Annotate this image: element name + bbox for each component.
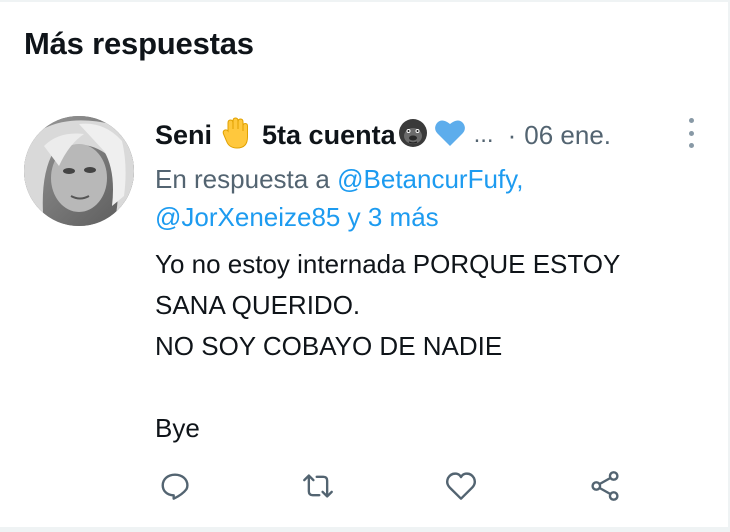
reply-prefix: En respuesta a — [155, 164, 330, 194]
share-icon[interactable] — [585, 466, 625, 506]
bottom-divider — [0, 527, 730, 532]
name-truncation: ... — [473, 121, 494, 148]
section-title: Más respuestas — [24, 26, 254, 61]
avatar[interactable] — [24, 116, 134, 226]
tweet-text: Yo no estoy internada PORQUE ESTOY SANA … — [155, 249, 621, 443]
tweet-header: Seni 5ta cuenta ... · 06 ene. — [155, 113, 715, 157]
gorilla-emoji — [398, 118, 428, 153]
author-name-suffix[interactable]: 5ta cuenta — [262, 120, 396, 151]
tweet-date[interactable]: 06 ene. — [524, 120, 611, 151]
blue-heart-emoji — [434, 118, 466, 153]
top-divider — [0, 0, 730, 2]
mention-link[interactable]: @JorXeneize85 — [155, 202, 340, 232]
more-options-icon[interactable] — [683, 118, 699, 148]
raised-hand-emoji — [222, 116, 250, 154]
like-icon[interactable] — [441, 466, 481, 506]
separator-dot: · — [507, 119, 517, 150]
author-name[interactable]: Seni — [155, 120, 212, 151]
mention-link[interactable]: @BetancurFufy, — [337, 164, 523, 194]
reply-icon[interactable] — [155, 466, 195, 506]
reply-context: En respuesta a @BetancurFufy, @JorXeneiz… — [155, 160, 715, 236]
retweet-icon[interactable] — [298, 466, 338, 506]
more-mentions-link[interactable]: y 3 más — [348, 202, 439, 232]
